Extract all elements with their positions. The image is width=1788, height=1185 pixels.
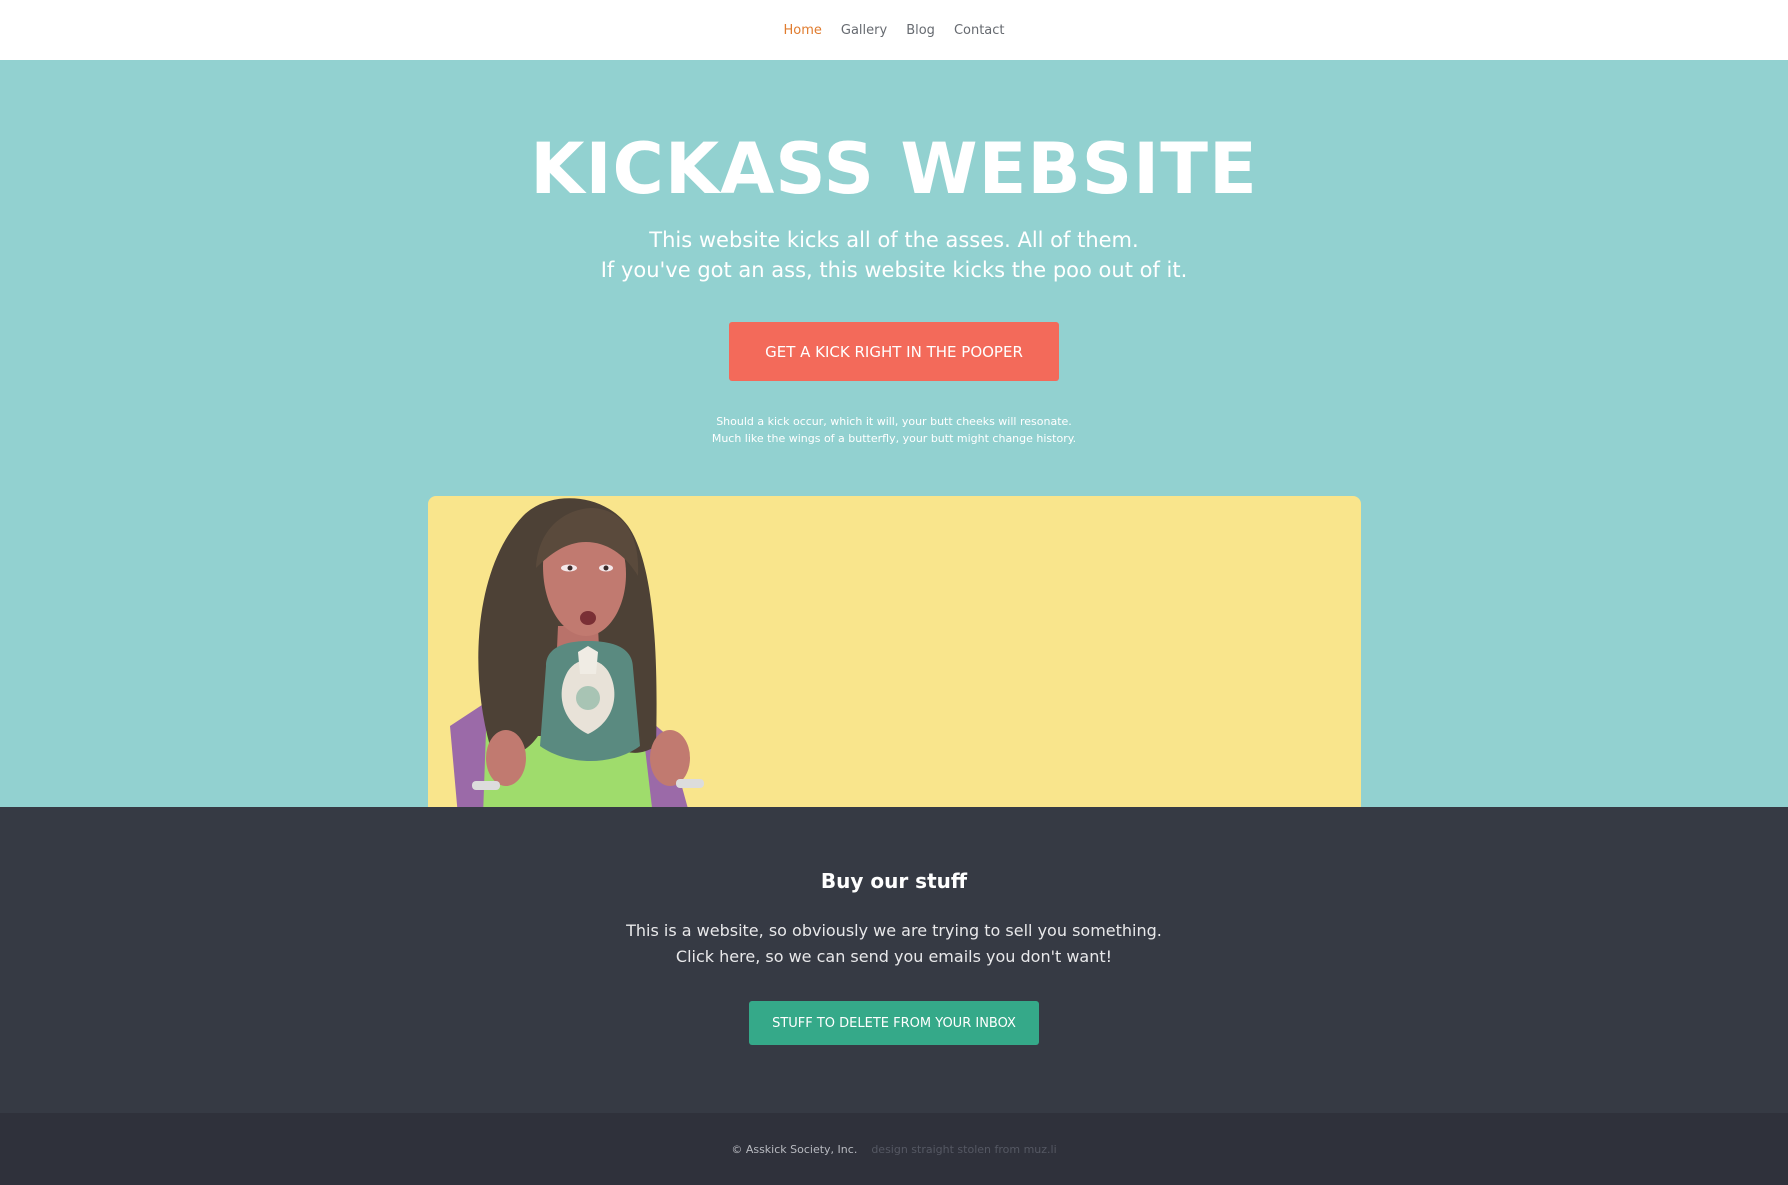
nav-home-link[interactable]: Home xyxy=(783,23,821,38)
buy-section: Buy our stuff This is a website, so obvi… xyxy=(0,807,1788,1113)
nav-blog-link[interactable]: Blog xyxy=(906,23,935,38)
nav-contact-link[interactable]: Contact xyxy=(954,23,1005,38)
hero-note-line2: Much like the wings of a butterfly, your… xyxy=(711,432,1077,445)
footer-credit-link[interactable]: design straight stolen from muz.li xyxy=(871,1143,1056,1156)
buy-title: Buy our stuff xyxy=(820,869,968,893)
hero-showcase-panel xyxy=(428,496,1361,807)
hero-subtitle-line2: If you've got an ass, this website kicks… xyxy=(600,258,1188,282)
hero-subtitle-line1: This website kicks all of the asses. All… xyxy=(649,228,1139,252)
hero-title: KICKASS WEBSITE xyxy=(530,128,1258,210)
kick-cta-button[interactable]: GET A KICK RIGHT IN THE POOPER xyxy=(729,322,1059,381)
footer: © Asskick Society, Inc. design straight … xyxy=(0,1113,1788,1185)
buy-text-line2: Click here, so we can send you emails yo… xyxy=(675,947,1113,966)
nav-gallery-link[interactable]: Gallery xyxy=(841,23,887,38)
footer-copyright: © Asskick Society, Inc. xyxy=(731,1142,858,1156)
character-illustration xyxy=(450,498,704,807)
hero-note-line1: Should a kick occur, which it will, your… xyxy=(716,415,1072,428)
buy-text-line1: This is a website, so obviously we are t… xyxy=(626,921,1162,940)
top-nav: Home Gallery Blog Contact xyxy=(0,0,1788,60)
hero-section: KICKASS WEBSITE This website kicks all o… xyxy=(0,60,1788,807)
newsletter-signup-button[interactable]: STUFF TO DELETE FROM YOUR INBOX xyxy=(749,1001,1039,1045)
